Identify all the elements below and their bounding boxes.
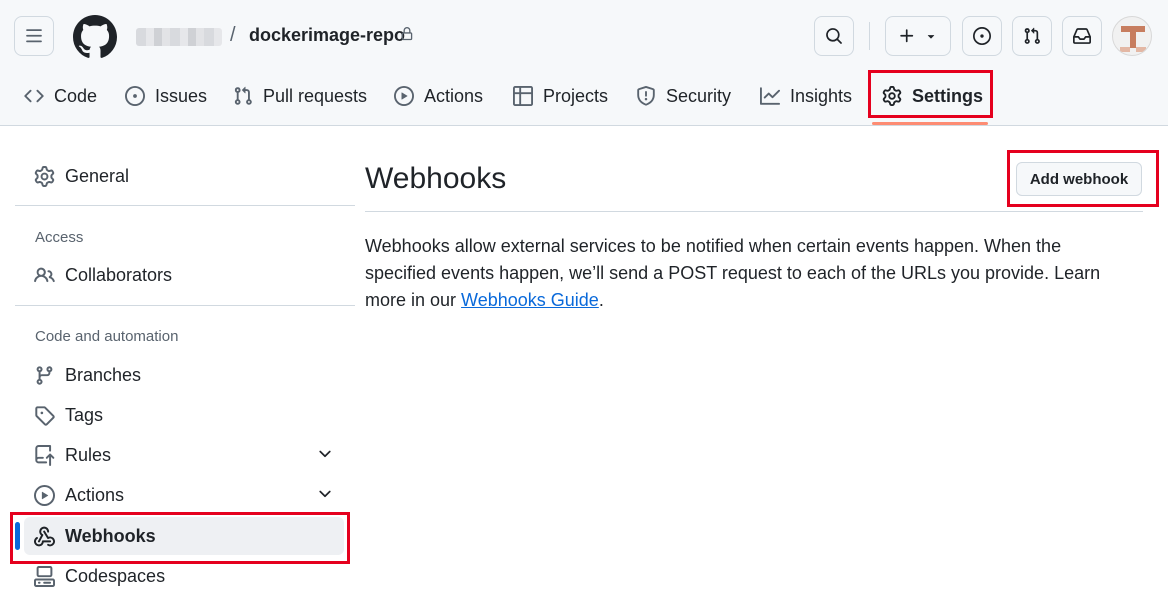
repo-separator: / (230, 24, 236, 46)
description-end: . (598, 290, 604, 310)
owner-name-redacted[interactable] (136, 28, 222, 46)
header-divider (869, 22, 870, 50)
git-pull-request-icon (234, 86, 252, 105)
search-icon (826, 28, 842, 44)
chevron-down-icon[interactable] (316, 485, 334, 503)
tab-label: Security (666, 85, 732, 106)
sidebar-item-label: Tags (65, 404, 104, 425)
tab-issues[interactable]: Issues (125, 78, 207, 114)
sidebar-item-collaborators[interactable]: Collaborators (24, 256, 344, 294)
sidebar-item-webhooks[interactable]: Webhooks (24, 517, 344, 555)
gear-icon (34, 165, 55, 187)
chevron-down-icon[interactable] (316, 445, 334, 463)
git-branch-icon (36, 365, 53, 385)
tab-projects[interactable]: Projects (513, 78, 608, 114)
hamburger-icon (26, 29, 42, 43)
sidebar-item-label: Collaborators (65, 264, 173, 285)
webhooks-description: Webhooks allow external services to be n… (365, 233, 1135, 314)
your-issues-button[interactable] (962, 16, 1002, 56)
lock-icon (401, 27, 413, 41)
tab-label: Projects (543, 85, 609, 106)
sidebar-heading-access: Access (35, 229, 84, 246)
code-icon (24, 89, 44, 103)
tab-label: Code (54, 85, 98, 106)
sidebar-item-label: General (65, 165, 130, 186)
tab-label: Actions (424, 85, 484, 106)
your-pull-requests-button[interactable] (1012, 16, 1052, 56)
title-divider (365, 211, 1143, 212)
search-button[interactable] (814, 16, 854, 56)
active-tab-underline (872, 122, 988, 125)
sidebar-item-branches[interactable]: Branches (24, 356, 344, 394)
sidebar-item-actions[interactable]: Actions (24, 476, 344, 514)
graph-icon (760, 87, 780, 105)
sidebar-heading-code-and-automation: Code and automation (35, 328, 179, 345)
tab-settings[interactable]: Settings (882, 78, 983, 114)
webhooks-guide-link[interactable]: Webhooks Guide (461, 290, 599, 310)
avatar[interactable] (1112, 16, 1152, 56)
sidebar-item-codespaces[interactable]: Codespaces (24, 557, 344, 595)
repo-name-link[interactable]: dockerimage-repo (249, 25, 405, 46)
webhook-icon (34, 526, 55, 546)
triangle-down-icon (927, 35, 935, 39)
sidebar-item-label: Webhooks (65, 525, 156, 546)
people-icon (34, 267, 55, 282)
sidebar-item-tags[interactable]: Tags (24, 396, 344, 434)
play-icon (34, 484, 55, 506)
menu-button[interactable] (14, 16, 54, 56)
shield-icon (637, 86, 655, 106)
create-new-button[interactable] (885, 16, 951, 56)
codespaces-icon (34, 565, 55, 587)
sidebar-divider (15, 305, 355, 306)
tab-security[interactable]: Security (636, 78, 731, 114)
sidebar-divider (15, 205, 355, 206)
inbox-icon (1073, 28, 1091, 44)
tab-code[interactable]: Code (24, 78, 97, 114)
sidebar-item-general[interactable]: General (24, 157, 344, 195)
tab-insights[interactable]: Insights (760, 78, 852, 114)
tab-pull-requests[interactable]: Pull requests (233, 78, 367, 114)
git-pull-request-icon (1024, 27, 1040, 44)
app-header: / dockerimage-repo Code Issues Pull requ… (0, 0, 1168, 126)
active-item-indicator (15, 522, 20, 550)
tab-label: Settings (912, 85, 984, 106)
table-icon (513, 86, 533, 106)
issue-opened-icon (125, 86, 145, 106)
sidebar-item-label: Codespaces (65, 565, 166, 586)
page-title: Webhooks (365, 162, 507, 195)
tag-icon (35, 405, 55, 426)
github-logo[interactable] (73, 15, 117, 59)
tab-label: Issues (155, 85, 208, 106)
tab-label: Insights (790, 85, 853, 106)
tab-label: Pull requests (263, 85, 368, 106)
plus-icon (900, 29, 914, 43)
add-webhook-button[interactable]: Add webhook (1016, 162, 1142, 196)
repo-push-icon (35, 444, 55, 466)
sidebar-item-label: Branches (65, 364, 142, 385)
sidebar-item-label: Actions (65, 484, 125, 505)
notifications-button[interactable] (1062, 16, 1102, 56)
issue-opened-icon (973, 27, 991, 45)
sidebar-item-label: Rules (65, 444, 112, 465)
sidebar-item-rules[interactable]: Rules (24, 436, 344, 474)
gear-icon (882, 86, 902, 106)
play-icon (394, 86, 414, 106)
tab-actions[interactable]: Actions (394, 78, 483, 114)
